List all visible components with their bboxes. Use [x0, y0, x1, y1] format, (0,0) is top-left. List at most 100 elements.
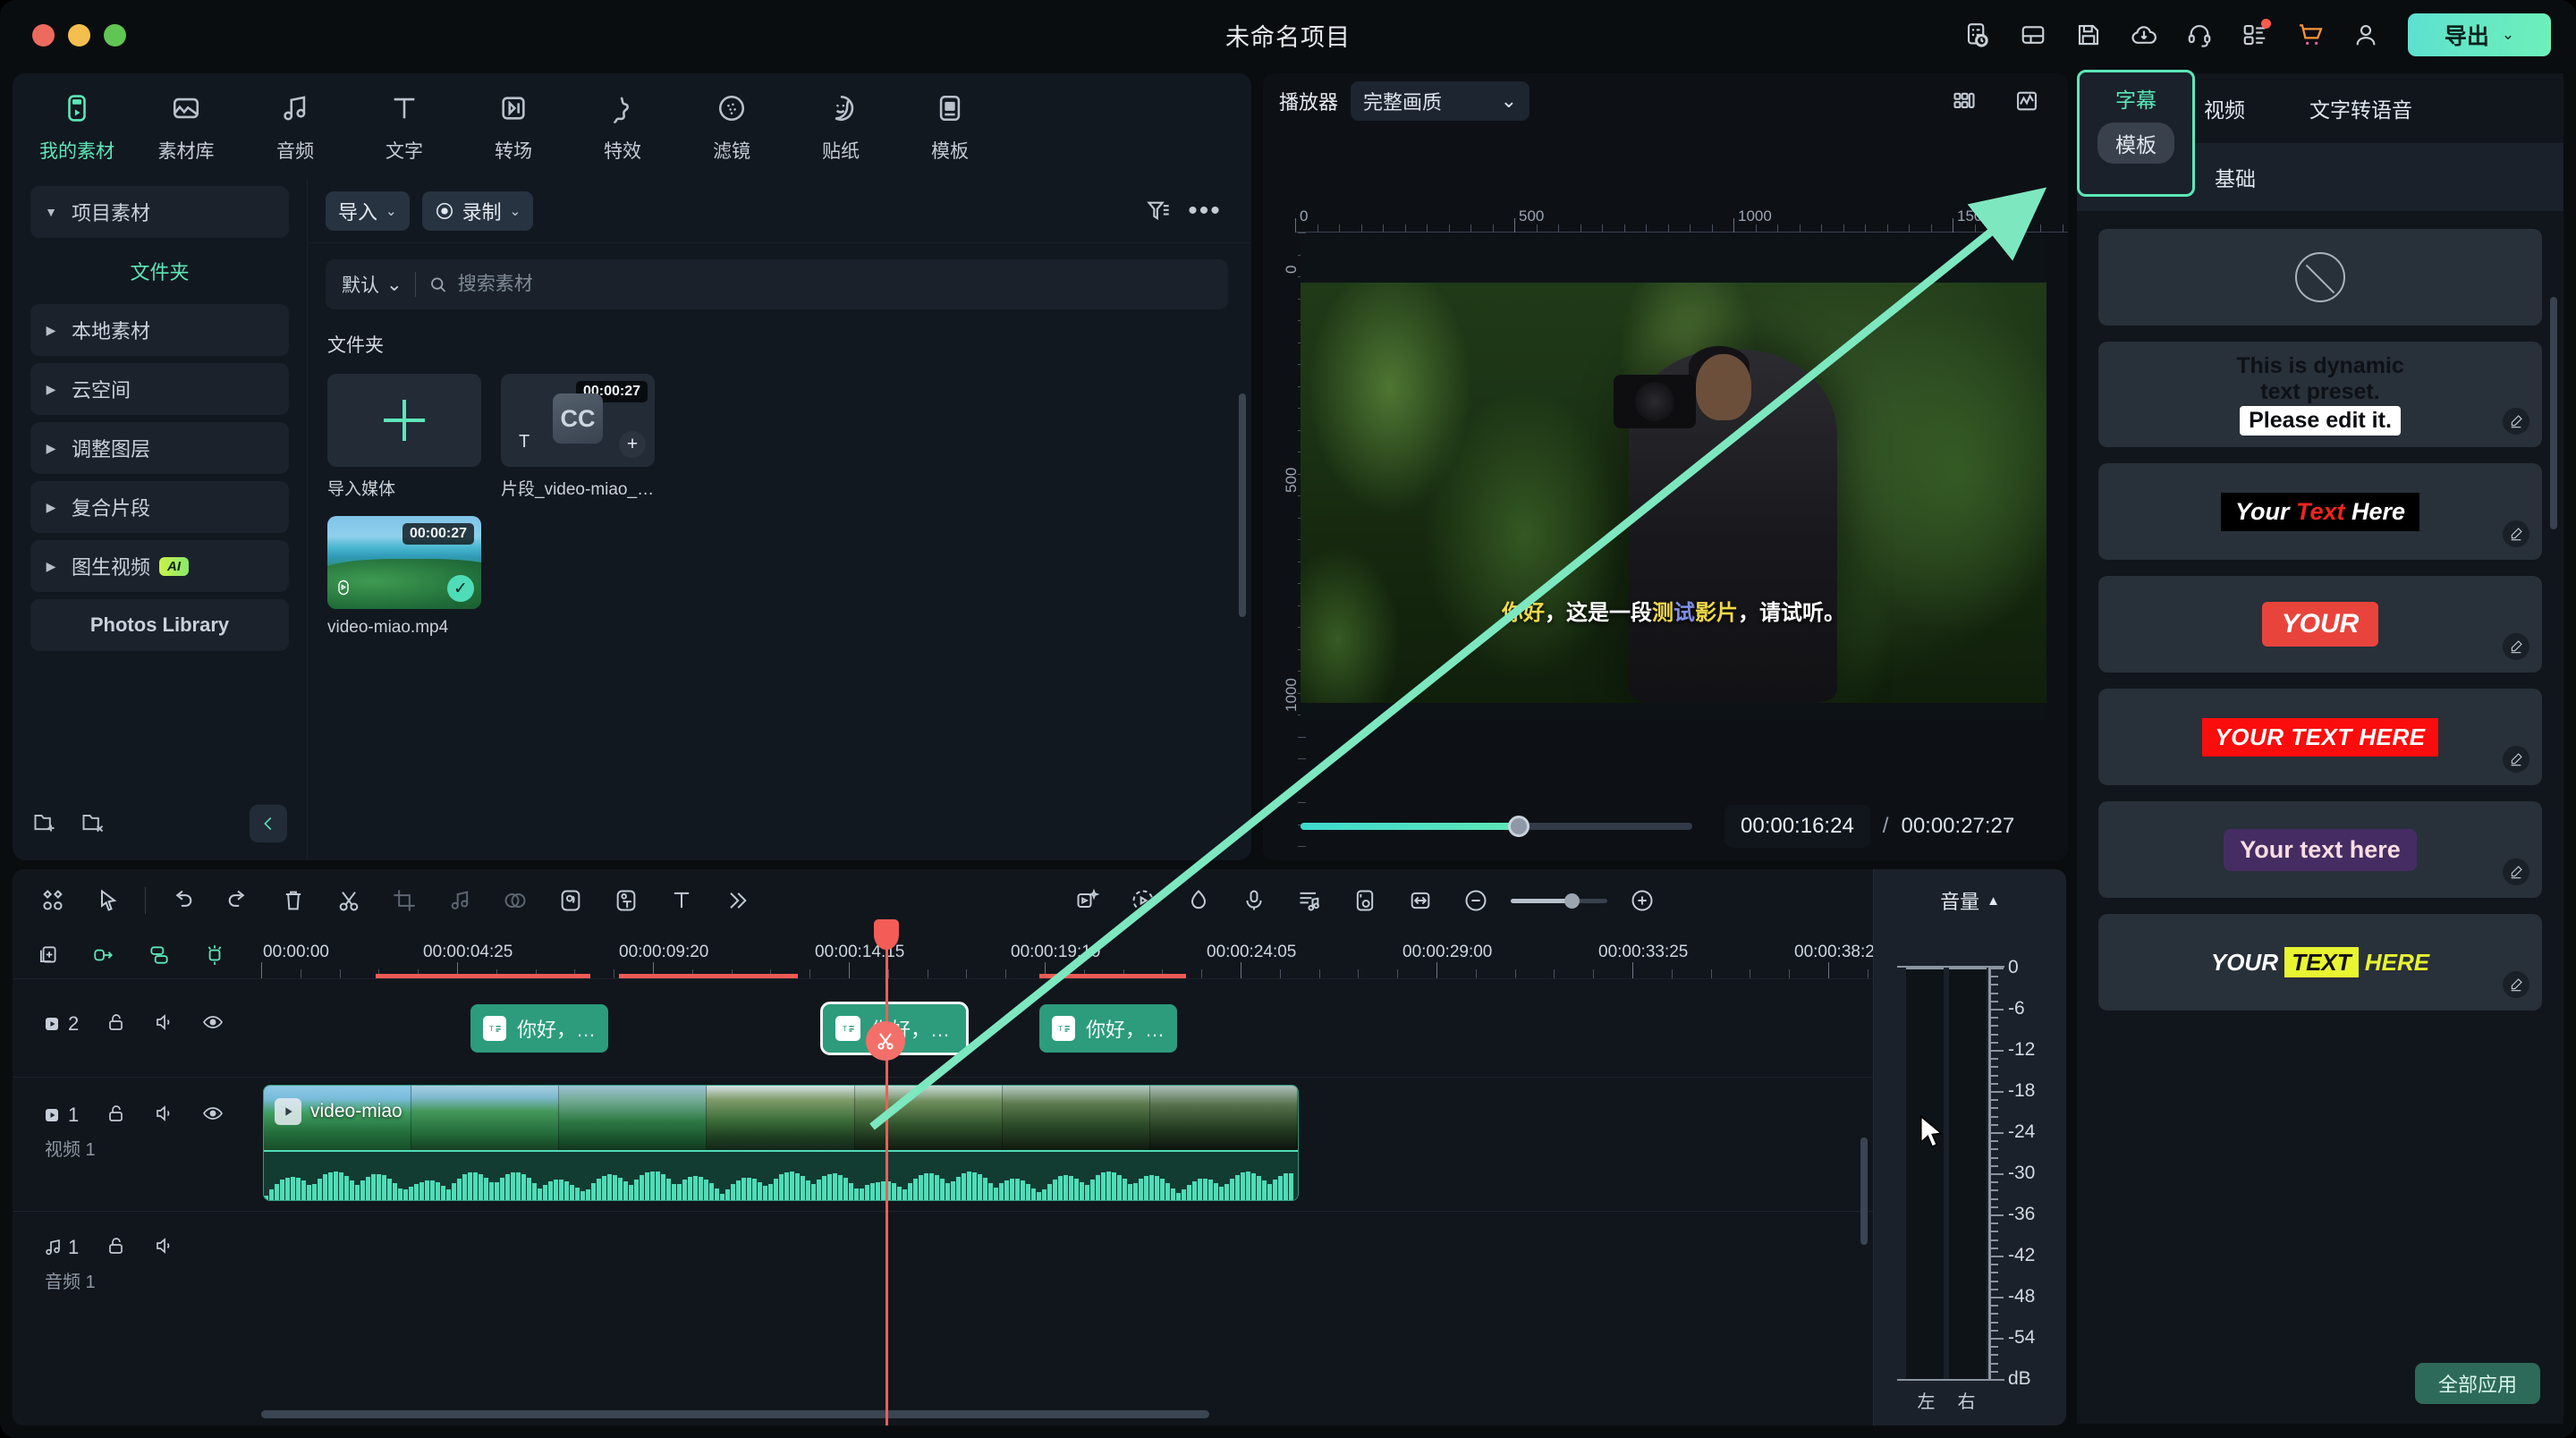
playhead[interactable]: [866, 919, 905, 1425]
chevron-down-icon[interactable]: ⌄: [386, 274, 402, 296]
chevron-down-icon[interactable]: ▼: [30, 205, 72, 219]
preset-none[interactable]: [2098, 229, 2542, 326]
sidebar-item-image-to-video[interactable]: ▶ 图生视频 AI: [30, 540, 289, 592]
chevron-right-icon[interactable]: ▶: [30, 382, 72, 397]
sidebar-item-project-media[interactable]: ▼ 项目素材: [30, 186, 289, 238]
add-icon[interactable]: +: [619, 431, 646, 458]
subtab-basic[interactable]: 基础: [2215, 162, 2256, 192]
highlight-sub-label[interactable]: 模板: [2097, 123, 2174, 164]
lock-icon[interactable]: [106, 1235, 127, 1261]
edit-preset-icon[interactable]: [2503, 520, 2529, 547]
caret-up-icon[interactable]: ▲: [1987, 893, 2000, 909]
cart-icon[interactable]: [2283, 9, 2338, 61]
lock-icon[interactable]: [106, 1011, 127, 1037]
zoom-out-button[interactable]: [1448, 875, 1504, 926]
timeline-ruler[interactable]: 00:00:00 00:00:04:25 00:00:09:20 00:00:14:1…: [261, 932, 2064, 978]
mute-track-icon[interactable]: [154, 1235, 175, 1261]
chevron-right-icon[interactable]: ▶: [30, 500, 72, 515]
grid-view-icon[interactable]: [1939, 80, 1989, 123]
lock-icon[interactable]: [106, 1103, 127, 1129]
tab-text[interactable]: 文字: [363, 88, 445, 164]
delete-icon[interactable]: [266, 875, 321, 926]
tab-video[interactable]: 视频: [2204, 93, 2245, 123]
filter-sort-icon[interactable]: [1135, 190, 1182, 233]
preset-red-small[interactable]: YOUR: [2098, 576, 2542, 672]
voiceover-icon[interactable]: [1226, 875, 1282, 926]
import-button[interactable]: 导入 ⌄: [326, 190, 410, 231]
tab-audio[interactable]: 音频: [254, 88, 336, 164]
tab-tts[interactable]: 文字转语音: [2309, 93, 2412, 123]
split-icon[interactable]: [321, 875, 377, 926]
cloud-icon[interactable]: [2116, 9, 2172, 61]
sidebar-item-folders[interactable]: 文件夹: [30, 245, 289, 297]
media-scrollbar[interactable]: [1239, 393, 1246, 617]
tab-transition[interactable]: 转场: [472, 88, 555, 164]
highlight-tab-label[interactable]: 字幕: [2115, 83, 2157, 114]
undo-icon[interactable]: [155, 875, 210, 926]
apps-icon[interactable]: [2227, 9, 2283, 61]
ai-video-icon[interactable]: [1060, 875, 1115, 926]
video-clip[interactable]: video-miao: [263, 1085, 1299, 1201]
preset-red-bar[interactable]: YOUR TEXT HERE: [2098, 689, 2542, 785]
preset-dynamic-text[interactable]: This is dynamic text preset. Please edit…: [2098, 342, 2542, 447]
import-media-tile[interactable]: [327, 374, 481, 467]
sidebar-item-adjustment-layer[interactable]: ▶ 调整图层: [30, 422, 289, 474]
crop-icon[interactable]: [377, 875, 432, 926]
sidebar-item-photos-library[interactable]: Photos Library: [30, 599, 289, 651]
snap-icon[interactable]: [195, 935, 234, 975]
chevron-right-icon[interactable]: ▶: [30, 323, 72, 338]
save-icon[interactable]: [2061, 9, 2116, 61]
zoom-slider[interactable]: [1511, 892, 1607, 909]
split-marker-icon[interactable]: [866, 1021, 905, 1061]
timeline-hscrollbar[interactable]: [261, 1410, 1209, 1418]
zoom-in-button[interactable]: [1614, 875, 1670, 926]
record-button[interactable]: 录制 ⌄: [421, 190, 534, 231]
subtitle-tile[interactable]: 00:00:27 CC T +: [501, 374, 655, 467]
chevron-down-icon[interactable]: ⌄: [1501, 89, 1517, 113]
more-tools-icon[interactable]: [709, 875, 765, 926]
more-options-button[interactable]: •••: [1182, 190, 1228, 233]
new-folder-icon[interactable]: [32, 809, 57, 839]
edit-preset-icon[interactable]: [2503, 408, 2529, 435]
select-tool-icon[interactable]: [80, 875, 136, 926]
video-tile[interactable]: 00:00:27 ✓: [327, 516, 481, 609]
chevron-right-icon[interactable]: ▶: [30, 559, 72, 574]
sidebar-item-cloud[interactable]: ▶ 云空间: [30, 363, 289, 415]
search-input[interactable]: [457, 274, 1212, 295]
sidebar-item-compound-clip[interactable]: ▶ 复合片段: [30, 481, 289, 533]
media-cell-import[interactable]: 导入媒体: [327, 374, 481, 500]
current-timecode[interactable]: 00:00:16:24: [1724, 805, 1870, 848]
media-cell-subtitle[interactable]: 00:00:27 CC T + 片段_video-miao_02.srt: [501, 374, 655, 500]
chevron-down-icon[interactable]: ⌄: [2502, 26, 2514, 44]
motion-tracking-icon[interactable]: [1115, 875, 1171, 926]
seek-slider[interactable]: [1301, 816, 1692, 837]
playhead-handle[interactable]: [874, 919, 899, 950]
text-tool-icon[interactable]: [654, 875, 709, 926]
quality-dropdown[interactable]: 完整画质 ⌄: [1351, 81, 1530, 121]
preset-purple[interactable]: Your text here: [2098, 801, 2542, 898]
preset-black-bar[interactable]: Your Text Here: [2098, 463, 2542, 560]
text-clip-1[interactable]: T 你好，…: [470, 1004, 608, 1053]
group-icon[interactable]: [140, 935, 179, 975]
media-cell-video[interactable]: 00:00:27 ✓ video-miao.mp4: [327, 516, 481, 638]
account-icon[interactable]: [2338, 9, 2394, 61]
mute-track-icon[interactable]: [154, 1103, 175, 1129]
video-frame[interactable]: 你好，这是一段测试影片，请试听。: [1301, 283, 2046, 703]
color-match-icon[interactable]: [487, 875, 543, 926]
edit-preset-icon[interactable]: [2503, 859, 2529, 885]
speech-to-text-icon[interactable]: [543, 875, 598, 926]
volume-header[interactable]: 音量 ▲: [1874, 869, 2066, 932]
edit-preset-icon[interactable]: [2503, 971, 2529, 998]
hide-track-icon[interactable]: [202, 1103, 224, 1129]
tab-my-media[interactable]: 我的素材: [36, 88, 118, 164]
preset-yellow-highlight[interactable]: YOUR TEXT HERE: [2098, 914, 2542, 1011]
audio-ducking-icon[interactable]: [1282, 875, 1337, 926]
edit-preset-icon[interactable]: [2503, 746, 2529, 773]
sort-dropdown[interactable]: 默认 ⌄: [342, 271, 402, 298]
sidebar-item-local-media[interactable]: ▶ 本地素材: [30, 304, 289, 356]
hide-track-icon[interactable]: [202, 1011, 224, 1037]
delete-folder-icon[interactable]: [80, 809, 106, 839]
tab-filter[interactable]: 滤镜: [691, 88, 773, 164]
zoom-handle[interactable]: [1564, 892, 1580, 909]
edit-preset-icon[interactable]: [2503, 633, 2529, 660]
